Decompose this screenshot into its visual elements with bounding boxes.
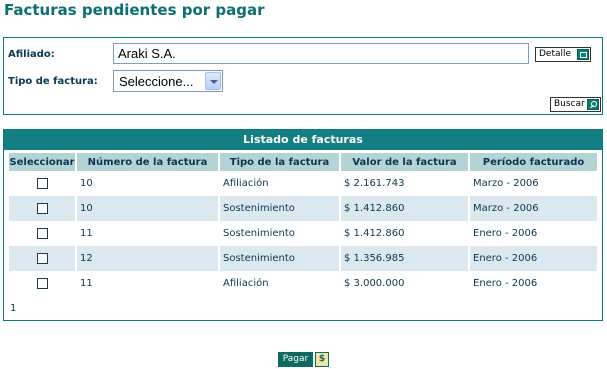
invoice-period: Enero - 2006 xyxy=(470,271,599,296)
invoice-number: 11 xyxy=(77,271,220,296)
pagar-button-label: Pagar xyxy=(278,352,313,367)
invoice-list-title: Listado de facturas xyxy=(4,130,602,150)
select-cell xyxy=(9,221,77,246)
invoice-type: Sostenimiento xyxy=(220,221,341,246)
row-checkbox[interactable] xyxy=(36,177,48,189)
column-header-periodo: Período facturado xyxy=(470,153,599,171)
row-checkbox[interactable] xyxy=(36,277,48,289)
chevron-down-icon[interactable] xyxy=(205,72,221,90)
invoice-type: Afiliación xyxy=(220,171,341,196)
invoice-number: 10 xyxy=(77,196,220,221)
pagar-button[interactable]: Pagar $ xyxy=(278,352,329,367)
invoice-period: Marzo - 2006 xyxy=(470,196,599,221)
table-row: 10 Afiliación $ 2.161.743 Marzo - 2006 xyxy=(9,171,599,196)
column-header-valor: Valor de la factura xyxy=(341,153,470,171)
dollar-icon: $ xyxy=(315,352,329,367)
invoice-type: Sostenimiento xyxy=(220,246,341,271)
afiliado-input[interactable] xyxy=(113,43,529,64)
column-header-tipo: Tipo de la factura xyxy=(220,153,341,171)
tipo-factura-select[interactable]: Seleccione... xyxy=(113,70,223,92)
detail-window-icon xyxy=(577,49,589,60)
invoice-amount: $ 1.412.860 xyxy=(341,221,470,246)
invoice-amount: $ 2.161.743 xyxy=(341,171,470,196)
search-form-panel: Afiliado: Detalle Tipo de factura: Selec… xyxy=(3,37,603,115)
table-row: 11 Afiliación $ 3.000.000 Enero - 2006 xyxy=(9,271,599,296)
invoice-type: Sostenimiento xyxy=(220,196,341,221)
detalle-button-label: Detalle xyxy=(539,49,572,59)
row-checkbox[interactable] xyxy=(36,202,48,214)
table-row: 11 Sostenimiento $ 1.412.860 Enero - 200… xyxy=(9,221,599,246)
invoice-number: 12 xyxy=(77,246,220,271)
invoice-list-panel: Listado de facturas Seleccionar Número d… xyxy=(3,129,603,321)
invoice-table: Seleccionar Número de la factura Tipo de… xyxy=(9,153,599,296)
select-cell xyxy=(9,246,77,271)
buscar-button-label: Buscar xyxy=(554,99,585,109)
select-cell xyxy=(9,171,77,196)
invoice-amount: $ 1.356.985 xyxy=(341,246,470,271)
invoice-type: Afiliación xyxy=(220,271,341,296)
buscar-button[interactable]: Buscar xyxy=(550,97,601,112)
tipo-factura-selected: Seleccione... xyxy=(119,74,194,89)
select-cell xyxy=(9,271,77,296)
invoice-period: Enero - 2006 xyxy=(470,246,599,271)
invoice-number: 10 xyxy=(77,171,220,196)
search-icon xyxy=(587,99,599,110)
invoice-amount: $ 1.412.860 xyxy=(341,196,470,221)
detalle-button[interactable]: Detalle xyxy=(535,47,591,62)
invoice-period: Marzo - 2006 xyxy=(470,171,599,196)
table-row: 12 Sostenimiento $ 1.356.985 Enero - 200… xyxy=(9,246,599,271)
table-row: 10 Sostenimiento $ 1.412.860 Marzo - 200… xyxy=(9,196,599,221)
row-checkbox[interactable] xyxy=(36,252,48,264)
row-checkbox[interactable] xyxy=(36,227,48,239)
tipo-factura-label: Tipo de factura: xyxy=(8,76,98,87)
column-header-seleccionar: Seleccionar xyxy=(9,153,77,171)
column-header-numero: Número de la factura xyxy=(77,153,220,171)
select-cell xyxy=(9,196,77,221)
table-header-row: Seleccionar Número de la factura Tipo de… xyxy=(9,153,599,171)
afiliado-label: Afiliado: xyxy=(8,49,55,60)
invoice-period: Enero - 2006 xyxy=(470,221,599,246)
page-title: Facturas pendientes por pagar xyxy=(4,1,265,19)
invoice-number: 11 xyxy=(77,221,220,246)
invoice-amount: $ 3.000.000 xyxy=(341,271,470,296)
page-number-link[interactable]: 1 xyxy=(10,303,16,314)
